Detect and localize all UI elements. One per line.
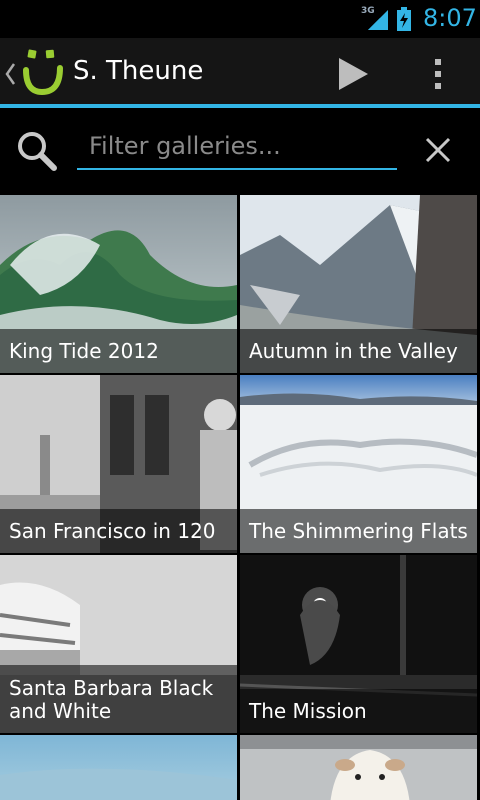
signal-strength-icon [368, 10, 388, 30]
gallery-title: Santa Barbara Black and White [9, 676, 214, 723]
status-bar: 3G 8:07 [0, 0, 480, 38]
battery-charging-icon [397, 7, 411, 31]
overflow-menu-button[interactable] [418, 48, 458, 100]
gallery-title: Autumn in the Valley [249, 339, 458, 363]
gallery-tile[interactable]: Santa Barbara Black and White [0, 555, 237, 733]
gallery-tile[interactable]: The Shimmering Flats [240, 375, 477, 553]
up-navigation-chevron-icon[interactable] [4, 62, 16, 86]
gallery-tile[interactable] [240, 735, 477, 800]
gallery-tile[interactable]: Autumn in the Valley [240, 195, 477, 373]
gallery-title: The Shimmering Flats [249, 519, 468, 543]
gallery-tile[interactable]: The Mission [240, 555, 477, 733]
search-icon [18, 132, 57, 171]
status-clock: 8:07 [423, 4, 477, 32]
gallery-tile[interactable]: San Francisco in 120 [0, 375, 237, 553]
gallery-title: San Francisco in 120 [9, 519, 216, 543]
gallery-title: The Mission [249, 699, 367, 723]
overflow-dots-icon [435, 59, 441, 89]
filter-galleries-input[interactable] [77, 124, 397, 170]
gallery-tile[interactable]: King Tide 2012 [0, 195, 237, 373]
smugmug-logo-icon[interactable] [22, 48, 64, 96]
action-bar [0, 38, 480, 104]
slideshow-play-button[interactable] [330, 48, 376, 100]
gallery-tile[interactable] [0, 735, 237, 800]
gallery-title: King Tide 2012 [9, 339, 159, 363]
gallery-thumbnail-image [240, 735, 477, 800]
page-title: S. Theune [73, 56, 204, 86]
clear-filter-button[interactable] [418, 130, 458, 170]
close-icon [425, 137, 451, 163]
play-icon [339, 58, 368, 90]
gallery-thumbnail-image [0, 735, 237, 800]
